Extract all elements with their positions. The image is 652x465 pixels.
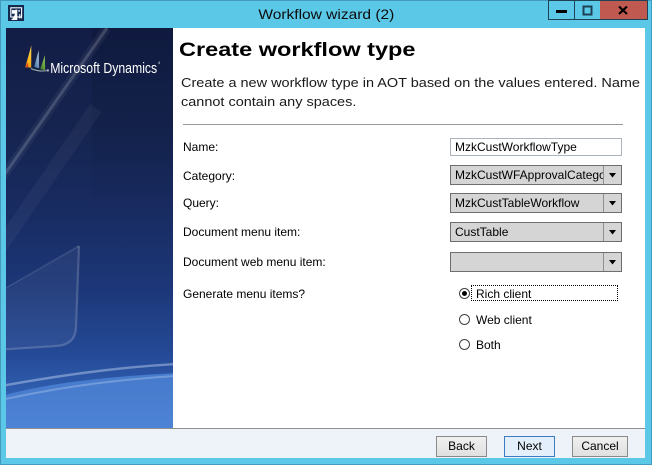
svg-text:Microsoft Dynamics: Microsoft Dynamics — [50, 61, 157, 77]
